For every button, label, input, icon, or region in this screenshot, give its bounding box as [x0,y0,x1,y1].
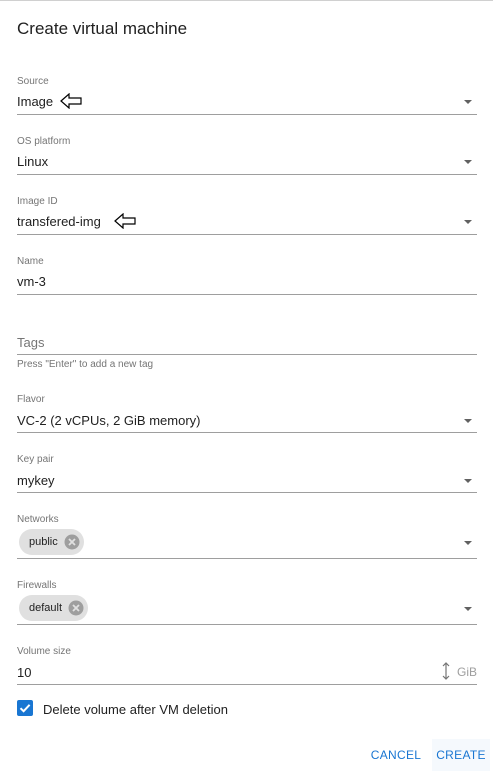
tags-hint: Press "Enter" to add a new tag [17,359,154,370]
delete-volume-checkbox[interactable] [17,700,33,716]
tags-field[interactable]: Tags Press "Enter" to add a new tag [17,334,477,374]
checkmark-icon [19,704,31,713]
create-button[interactable]: CREATE [432,739,490,771]
firewall-chip[interactable]: default [19,595,89,621]
flavor-label: Flavor [17,394,45,405]
chevron-down-icon [464,607,472,611]
chevron-down-icon [464,419,472,423]
flavor-select[interactable]: Flavor VC-2 (2 vCPUs, 2 GiB memory) [17,394,477,434]
os-platform-underline [17,174,477,175]
os-platform-label: OS platform [17,136,71,147]
image-id-select[interactable]: Image ID transfered-img [17,196,477,236]
networks-underline [17,558,477,559]
create-vm-dialog: Create virtual machine Source Image OS p… [0,0,493,772]
pointer-arrow-icon [60,93,82,109]
firewalls-label: Firewalls [17,580,57,591]
network-chip[interactable]: public [19,529,84,555]
chevron-down-icon [464,160,472,164]
image-id-label: Image ID [17,196,58,207]
volume-size-label: Volume size [17,646,71,657]
name-label: Name [17,256,44,267]
volume-unit: GiB [456,665,477,679]
network-chip-label: public [29,536,58,548]
remove-chip-icon[interactable] [64,534,80,550]
os-platform-select[interactable]: OS platform Linux [17,136,477,176]
firewalls-underline [17,624,477,625]
source-select[interactable]: Source Image [17,76,477,116]
stepper-arrows-icon[interactable] [441,661,451,681]
tags-underline [17,354,477,355]
os-platform-value: Linux [17,154,49,169]
name-input[interactable]: vm-3 [17,274,46,289]
dialog-title: Create virtual machine [17,19,188,38]
volume-size-field[interactable]: Volume size 10 GiB [17,646,477,686]
tags-input[interactable]: Tags [17,335,44,350]
firewall-chip-label: default [29,602,63,614]
image-id-value: transfered-img [17,214,101,229]
networks-label: Networks [17,514,59,525]
chevron-down-icon [464,100,472,104]
networks-select[interactable]: Networks public [17,514,477,560]
flavor-value: VC-2 (2 vCPUs, 2 GiB memory) [17,413,201,428]
volume-size-underline [17,684,477,685]
key-pair-select[interactable]: Key pair mykey [17,454,477,494]
name-field[interactable]: Name vm-3 [17,256,477,296]
cancel-button[interactable]: CANCEL [367,739,425,771]
name-underline [17,294,477,295]
key-pair-label: Key pair [17,454,54,465]
source-label: Source [17,76,49,87]
chevron-down-icon [464,220,472,224]
flavor-underline [17,432,477,433]
delete-volume-label: Delete volume after VM deletion [43,702,228,717]
pointer-arrow-icon [114,213,136,229]
source-value: Image [17,94,54,109]
volume-size-input[interactable]: 10 [17,665,31,680]
chevron-down-icon [464,541,472,545]
source-underline [17,114,477,115]
key-pair-underline [17,492,477,493]
remove-chip-icon[interactable] [68,600,84,616]
key-pair-value: mykey [17,473,55,488]
image-id-underline [17,234,477,235]
firewalls-select[interactable]: Firewalls default [17,580,477,626]
chevron-down-icon [464,479,472,483]
